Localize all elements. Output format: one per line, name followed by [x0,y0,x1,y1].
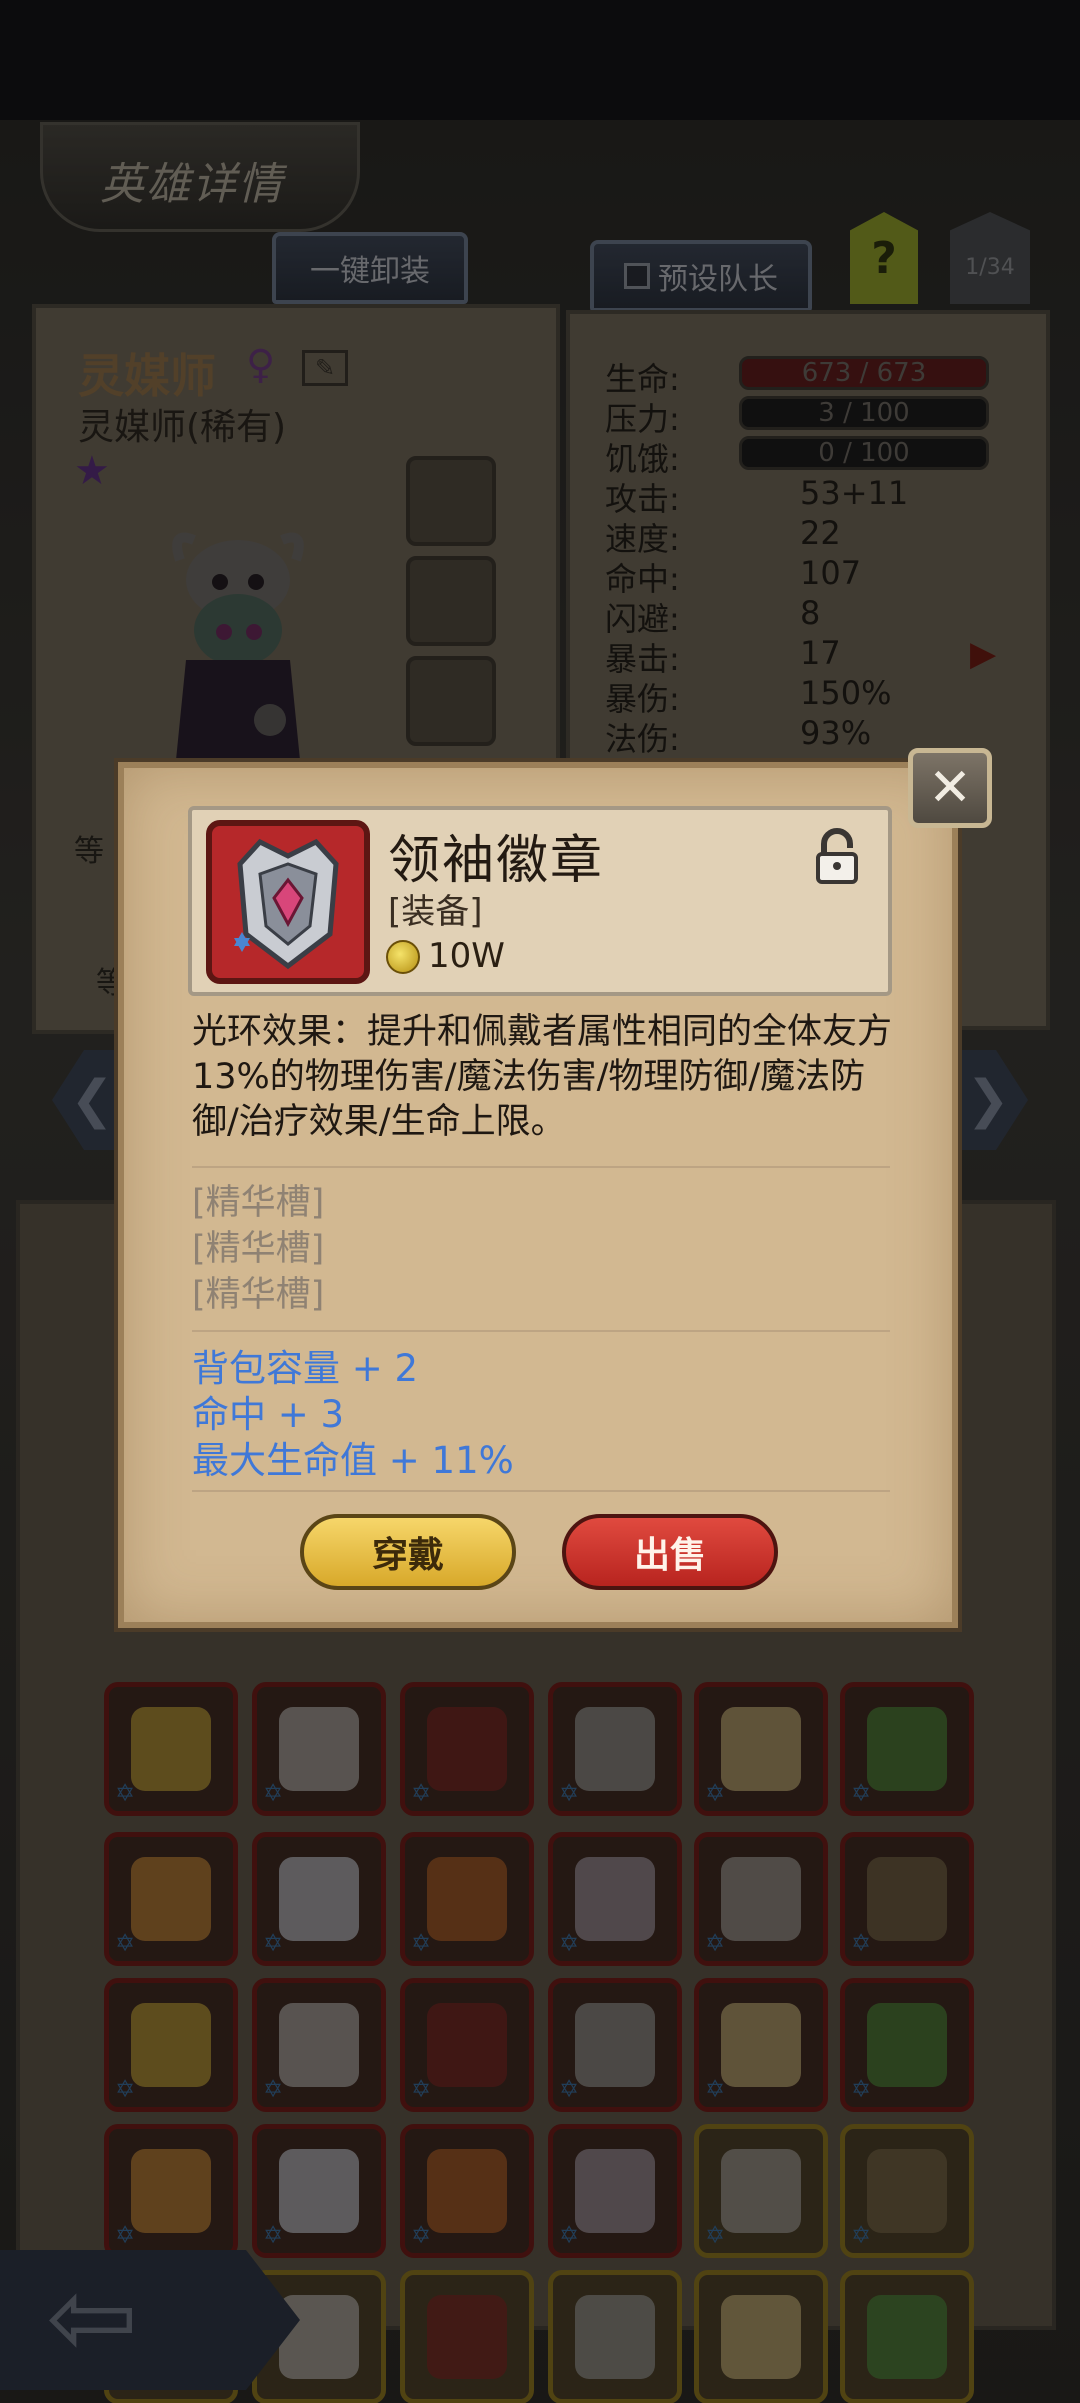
essence-slot: [精华槽] [192,1183,325,1223]
lock-icon[interactable] [812,826,862,886]
item-type: [装备] [388,892,483,932]
item-price: 10W [428,936,505,976]
close-icon[interactable]: ✕ [908,748,992,828]
bonus-stat: 最大生命值 + 11% [192,1439,514,1482]
divider [192,1166,890,1168]
divider [192,1330,890,1332]
coin-icon [386,940,420,974]
item-description: 光环效果：提升和佩戴者属性相同的全体友方13%的物理伤害/魔法伤害/物理防御/魔… [192,1012,893,1142]
badge-icon [234,838,339,970]
essence-slot: [精华槽] [192,1229,325,1269]
divider [192,1490,890,1492]
game-screen: 英雄详情 一键卸装 预设队长 ? 1/34 灵媒师 ♀ ✎ 灵媒师(稀有) ★ … [0,0,1080,2403]
item-name: 领袖徽章 [388,831,605,891]
equip-button[interactable]: 穿戴 [300,1514,516,1590]
sell-button[interactable]: 出售 [562,1514,778,1590]
essence-slot: [精华槽] [192,1275,325,1315]
